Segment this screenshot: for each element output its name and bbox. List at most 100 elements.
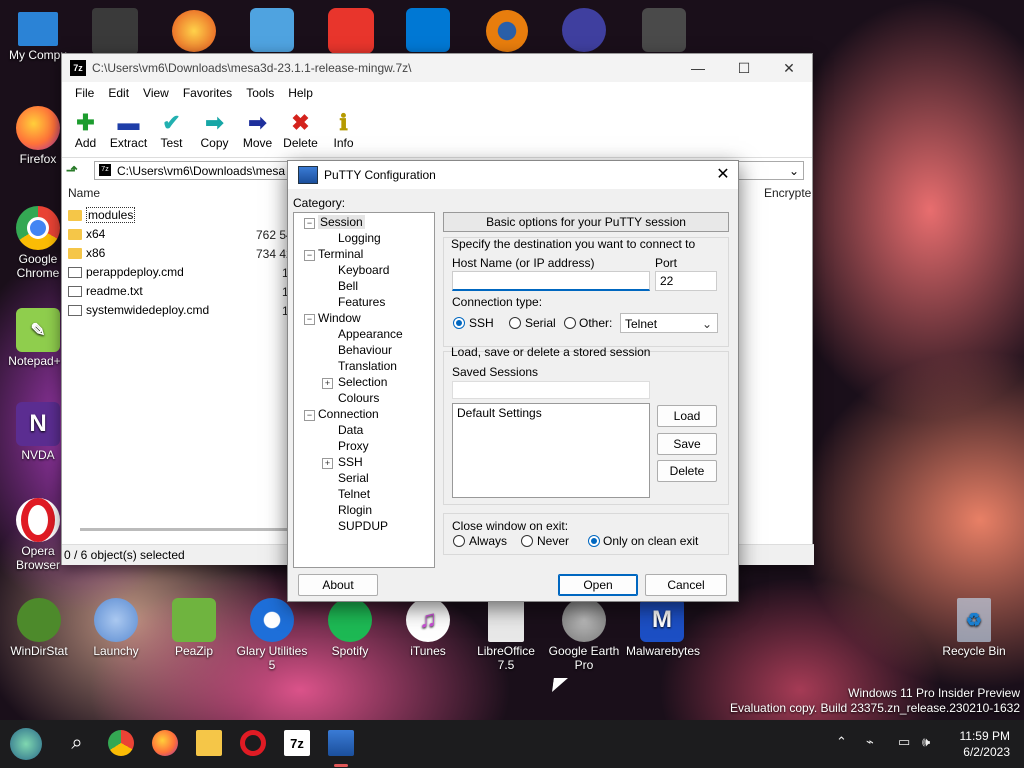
close-clean-exit-radio[interactable] <box>588 535 600 547</box>
about-button[interactable]: About <box>298 574 378 596</box>
network-icon[interactable]: ⌁ <box>866 734 874 750</box>
inkscape-icon[interactable] <box>642 8 686 52</box>
tree-item-logging[interactable]: Logging <box>338 231 381 245</box>
putty-titlebar[interactable]: PuTTY Configuration ✕ <box>288 161 738 189</box>
desktop-icon-windirstat[interactable]: WinDirStat <box>3 598 75 658</box>
tree-item-terminal[interactable]: Terminal <box>318 247 363 261</box>
menu-tools[interactable]: Tools <box>239 86 281 100</box>
taskbar-putty-icon[interactable] <box>328 730 354 756</box>
file-row[interactable]: readme.txt <box>68 282 143 300</box>
delete-button[interactable]: ✖ Delete <box>279 110 322 154</box>
list-item[interactable]: Default Settings <box>453 404 649 422</box>
tree-item-translation[interactable]: Translation <box>338 359 397 373</box>
vscode-icon[interactable] <box>406 8 450 52</box>
putty-configuration-dialog[interactable]: PuTTY Configuration ✕ Category: − Sessio… <box>287 160 739 602</box>
file-row[interactable]: modules <box>68 206 136 224</box>
tree-item-telnet[interactable]: Telnet <box>338 487 370 501</box>
close-always-radio[interactable] <box>453 535 465 547</box>
extract-button[interactable]: ▬ Extract <box>107 110 150 154</box>
desktop-icon-peazip[interactable]: PeaZip <box>158 598 230 658</box>
expand-icon[interactable]: + <box>322 378 333 389</box>
tree-item-ssh[interactable]: SSH <box>338 455 363 469</box>
up-folder-icon[interactable]: ⬏ <box>66 162 82 178</box>
tree-item-serial[interactable]: Serial <box>338 471 369 485</box>
column-header-name[interactable]: Name <box>68 186 100 200</box>
horizontal-scrollbar[interactable] <box>80 528 300 531</box>
desktop-icon-recycle-bin[interactable]: ♻ Recycle Bin <box>938 598 1010 658</box>
open-button[interactable]: Open <box>558 574 638 596</box>
menu-favorites[interactable]: Favorites <box>176 86 239 100</box>
tree-item-proxy[interactable]: Proxy <box>338 439 369 453</box>
taskbar-firefox-icon[interactable] <box>152 730 178 756</box>
greenshot-icon[interactable] <box>92 8 138 54</box>
tree-item-appearance[interactable]: Appearance <box>338 327 403 341</box>
blender-icon[interactable] <box>486 10 528 52</box>
menu-edit[interactable]: Edit <box>101 86 136 100</box>
desktop-icon-itunes[interactable]: ♫ iTunes <box>392 598 464 658</box>
tree-item-connection[interactable]: Connection <box>318 407 379 421</box>
tree-item-window[interactable]: Window <box>318 311 361 325</box>
irfanview-icon[interactable] <box>172 10 216 52</box>
category-tree[interactable]: − Session Logging − Terminal Keyboard Be… <box>293 212 435 568</box>
tree-item-bell[interactable]: Bell <box>338 279 358 293</box>
collapse-icon[interactable]: − <box>304 218 315 229</box>
collapse-icon[interactable]: − <box>304 250 315 261</box>
file-row[interactable]: x86 <box>68 244 105 262</box>
taskbar-opera-icon[interactable] <box>240 730 266 756</box>
desktop-icon-libreoffice[interactable]: LibreOffice 7.5 <box>470 598 542 672</box>
tree-item-behaviour[interactable]: Behaviour <box>338 343 392 357</box>
test-button[interactable]: ✔ Test <box>150 110 193 154</box>
expand-icon[interactable]: + <box>322 458 333 469</box>
desktop-icon-google-earth[interactable]: Google Earth Pro <box>548 598 620 672</box>
desktop-icon-launchy[interactable]: Launchy <box>80 598 152 658</box>
move-button[interactable]: ➡ Move <box>236 110 279 154</box>
file-row[interactable]: x64 <box>68 225 105 243</box>
taskbar-file-explorer-icon[interactable] <box>196 730 222 756</box>
serial-radio[interactable] <box>509 317 521 329</box>
collapse-icon[interactable]: − <box>304 314 315 325</box>
chevron-up-icon[interactable]: ⌃ <box>836 734 847 750</box>
tree-item-keyboard[interactable]: Keyboard <box>338 263 389 277</box>
load-button[interactable]: Load <box>657 405 717 427</box>
desktop-icon-glary[interactable]: Glary Utilities 5 <box>236 598 308 672</box>
greenshot-capture-icon[interactable] <box>328 8 374 54</box>
tree-item-colours[interactable]: Colours <box>338 391 379 405</box>
menu-help[interactable]: Help <box>281 86 320 100</box>
other-radio[interactable] <box>564 317 576 329</box>
menu-view[interactable]: View <box>136 86 176 100</box>
tree-item-data[interactable]: Data <box>338 423 363 437</box>
minimize-button[interactable]: — <box>676 58 720 78</box>
chevron-down-icon[interactable]: ⌄ <box>789 162 799 181</box>
column-header-encrypted[interactable]: Encrypte <box>764 186 811 200</box>
volume-icon[interactable]: 🕪 <box>922 734 930 750</box>
display-icon[interactable]: ▭ <box>898 734 910 750</box>
taskbar-chrome-icon[interactable] <box>108 730 134 756</box>
close-icon[interactable]: ✕ <box>708 161 738 189</box>
collapse-icon[interactable]: − <box>304 410 315 421</box>
copy-button[interactable]: ➡ Copy <box>193 110 236 154</box>
search-icon[interactable]: ⌕ <box>64 730 90 756</box>
file-row[interactable]: systemwidedeploy.cmd <box>68 301 209 319</box>
saved-sessions-input[interactable] <box>452 381 650 399</box>
file-row[interactable]: perappdeploy.cmd <box>68 263 184 281</box>
desktop-icon-malwarebytes[interactable]: M Malwarebytes <box>626 598 700 658</box>
add-button[interactable]: ✚ Add <box>64 110 107 154</box>
desktop-icon-spotify[interactable]: Spotify <box>314 598 386 658</box>
unlock-icon[interactable] <box>250 8 294 52</box>
start-button[interactable] <box>10 728 42 760</box>
menu-file[interactable]: File <box>68 86 101 100</box>
close-never-radio[interactable] <box>521 535 533 547</box>
tree-item-supdup[interactable]: SUPDUP <box>338 519 388 533</box>
delete-session-button[interactable]: Delete <box>657 460 717 482</box>
host-name-input[interactable] <box>452 271 650 291</box>
sevenzip-titlebar[interactable]: 7z C:\Users\vm6\Downloads\mesa3d-23.1.1-… <box>62 54 812 82</box>
saved-sessions-list[interactable]: Default Settings <box>452 403 650 498</box>
cancel-button[interactable]: Cancel <box>645 574 727 596</box>
tree-item-selection[interactable]: Selection <box>338 375 387 389</box>
keepass-icon[interactable] <box>562 8 606 52</box>
maximize-button[interactable]: ☐ <box>722 58 766 78</box>
other-protocol-select[interactable]: Telnet ⌄ <box>620 313 718 333</box>
taskbar-7zip-icon[interactable]: 7z <box>284 730 310 756</box>
clock[interactable]: 11:59 PM 6/2/2023 <box>950 728 1010 760</box>
tree-item-rlogin[interactable]: Rlogin <box>338 503 372 517</box>
